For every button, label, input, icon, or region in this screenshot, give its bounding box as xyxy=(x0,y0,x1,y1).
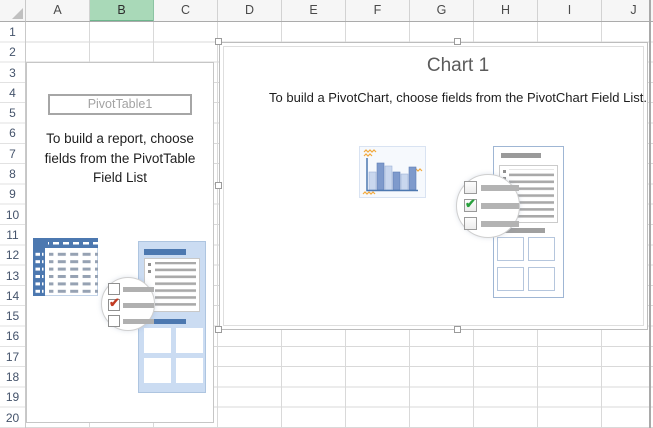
chart-handle-left-center[interactable] xyxy=(215,182,222,189)
pivot-table-placeholder[interactable]: PivotTable1 To build a report, choose fi… xyxy=(26,62,214,423)
field-label-bar xyxy=(481,202,519,209)
column-header-d[interactable]: D xyxy=(218,0,282,21)
row-header-18[interactable]: 18 xyxy=(0,367,25,387)
field-label-bar xyxy=(481,220,519,227)
row-header-19[interactable]: 19 xyxy=(0,387,25,407)
green-checkmark-icon: ✔ xyxy=(465,196,476,211)
column-headers-row: A B C D E F G H I J xyxy=(26,0,653,22)
field-row xyxy=(464,217,519,230)
field-row-checked: ✔ xyxy=(464,196,519,212)
row-header-2[interactable]: 2 xyxy=(0,42,25,62)
checkbox-icon xyxy=(108,315,120,327)
field-row xyxy=(464,181,519,194)
magnifier-checkbox-icon: ✔ xyxy=(456,174,520,238)
bar-chart-icon xyxy=(359,146,426,198)
chart-handle-bottom-left[interactable] xyxy=(215,326,222,333)
column-header-j[interactable]: J xyxy=(602,0,653,21)
row-header-9[interactable]: 9 xyxy=(0,184,25,204)
select-all-triangle-icon xyxy=(12,8,23,19)
field-label-bar xyxy=(123,318,154,324)
column-header-b-selected[interactable]: B xyxy=(90,0,154,21)
row-header-7[interactable]: 7 xyxy=(0,144,25,164)
pivot-table-instruction: To build a report, choose fields from th… xyxy=(44,131,196,185)
row-header-1[interactable]: 1 xyxy=(0,22,25,42)
magnifier-checkbox-icon: ✔ xyxy=(101,277,155,331)
row-header-10[interactable]: 10 xyxy=(0,205,25,225)
row-header-17[interactable]: 17 xyxy=(0,347,25,367)
chart-title: Chart 1 xyxy=(426,55,490,76)
column-header-e[interactable]: E xyxy=(282,0,346,21)
field-label-bar xyxy=(123,286,154,292)
column-header-h[interactable]: H xyxy=(474,0,538,21)
row-headers-column: 1 2 3 4 5 6 7 8 9 10 11 12 13 14 15 16 1… xyxy=(0,22,26,428)
row-header-3[interactable]: 3 xyxy=(0,63,25,83)
column-header-a[interactable]: A xyxy=(26,0,90,21)
field-row xyxy=(108,283,154,295)
checkbox-icon xyxy=(464,217,477,230)
red-checkmark-icon: ✔ xyxy=(109,295,120,310)
excel-worksheet: A B C D E F G H I J 1 2 3 4 5 6 7 8 9 10… xyxy=(0,0,653,428)
chart-instruction: To build a PivotChart, choose fields fro… xyxy=(269,90,647,105)
pivot-table-icon xyxy=(33,238,98,296)
row-header-20[interactable]: 20 xyxy=(0,408,25,428)
row-header-13[interactable]: 13 xyxy=(0,266,25,286)
row-header-16[interactable]: 16 xyxy=(0,326,25,346)
checked-checkbox-icon: ✔ xyxy=(464,196,477,212)
chart-handle-top-left[interactable] xyxy=(215,38,222,45)
row-header-4[interactable]: 4 xyxy=(0,83,25,103)
field-row xyxy=(108,315,154,327)
row-header-5[interactable]: 5 xyxy=(0,103,25,123)
row-header-15[interactable]: 15 xyxy=(0,306,25,326)
select-all-corner[interactable] xyxy=(0,0,26,22)
row-header-11[interactable]: 11 xyxy=(0,225,25,245)
column-header-g[interactable]: G xyxy=(410,0,474,21)
pivot-chart-object[interactable]: Chart 1 To build a PivotChart, choose fi… xyxy=(219,42,648,330)
row-header-6[interactable]: 6 xyxy=(0,123,25,143)
column-header-c[interactable]: C xyxy=(154,0,218,21)
checkbox-icon xyxy=(464,181,477,194)
column-header-i[interactable]: I xyxy=(538,0,602,21)
checked-checkbox-icon: ✔ xyxy=(108,295,120,311)
chart-handle-top-center[interactable] xyxy=(454,38,461,45)
row-header-8[interactable]: 8 xyxy=(0,164,25,184)
chart-handle-bottom-center[interactable] xyxy=(454,326,461,333)
row-header-12[interactable]: 12 xyxy=(0,245,25,265)
pivot-table-name-box: PivotTable1 xyxy=(48,94,192,115)
column-header-f[interactable]: F xyxy=(346,0,410,21)
field-row-checked: ✔ xyxy=(108,295,154,311)
checkbox-icon xyxy=(108,283,120,295)
window-edge-line xyxy=(649,0,651,428)
row-header-14[interactable]: 14 xyxy=(0,286,25,306)
field-label-bar xyxy=(123,302,154,308)
chart-placeholder-border xyxy=(223,46,644,326)
field-label-bar xyxy=(481,184,519,191)
